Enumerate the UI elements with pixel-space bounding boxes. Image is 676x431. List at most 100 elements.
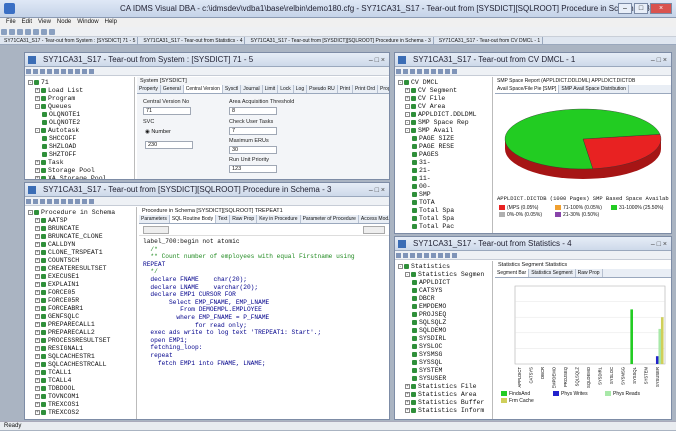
tree-item[interactable]: 31-	[398, 159, 489, 167]
tree-item[interactable]: + TCALL1	[28, 369, 133, 377]
tree-item[interactable]: PAGE RESE	[398, 143, 489, 151]
panel-tab[interactable]: Access Mod...	[359, 215, 389, 223]
print-icon[interactable]	[33, 29, 39, 35]
panel-tab[interactable]: Property	[137, 85, 161, 93]
expand-icon[interactable]: +	[35, 409, 40, 415]
expand-icon[interactable]: +	[35, 289, 40, 295]
tree-item[interactable]: + FORCE05	[28, 289, 133, 297]
expand-icon[interactable]: +	[35, 159, 40, 165]
menu-help[interactable]: Help	[105, 18, 117, 27]
panel-tab[interactable]: SMP Avail Space Distribution	[559, 85, 629, 93]
tree-item[interactable]: - APPLDICT.DDLDML	[398, 111, 489, 119]
expand-icon[interactable]: +	[35, 225, 40, 231]
menu-node[interactable]: Node	[57, 18, 71, 27]
tree-item[interactable]: + TREXCOS2	[28, 409, 133, 417]
tree-item[interactable]: + SQLCACHESTRCALL	[28, 361, 133, 369]
tree-item[interactable]: - Statistics	[398, 263, 489, 271]
tree-item[interactable]: Total Spa	[398, 215, 489, 223]
expand-icon[interactable]: +	[35, 313, 40, 319]
expand-icon[interactable]: +	[35, 385, 40, 391]
tree-item[interactable]: SHZTOFF	[28, 151, 131, 159]
expand-icon[interactable]: +	[35, 175, 40, 179]
expand-icon[interactable]: +	[35, 377, 40, 383]
tree-item[interactable]: OLQNOTE2	[28, 119, 131, 127]
panel-tab[interactable]: Progra...	[378, 85, 389, 93]
open-icon[interactable]	[9, 29, 15, 35]
maximize-icon[interactable]: □	[634, 3, 648, 14]
bar[interactable]	[630, 309, 633, 364]
tree-item[interactable]: + Program	[28, 95, 131, 103]
save-icon[interactable]	[17, 29, 23, 35]
tree-item[interactable]: SMP	[398, 191, 489, 199]
find-icon[interactable]	[41, 29, 47, 35]
tree-item[interactable]: + AATSP	[28, 217, 133, 225]
tree-item[interactable]: PAGES	[398, 151, 489, 159]
panel-tab[interactable]: Print Ord	[353, 85, 378, 93]
expand-icon[interactable]: +	[35, 241, 40, 247]
bar[interactable]	[660, 317, 664, 364]
expand-icon[interactable]: +	[35, 233, 40, 239]
tree-item[interactable]: + Load List	[28, 87, 131, 95]
tree-item[interactable]: + Statistics Area	[398, 391, 489, 399]
panel-tab[interactable]: Limit	[263, 85, 279, 93]
bar[interactable]	[655, 356, 659, 364]
tree-item[interactable]: SYSDIRL	[398, 335, 489, 343]
check-user-field[interactable]: 7	[229, 127, 277, 135]
panel-tab[interactable]: Central Version	[183, 85, 223, 93]
tree-item[interactable]: + TOVNCOM1	[28, 393, 133, 401]
menu-view[interactable]: View	[38, 18, 51, 27]
expand-icon[interactable]: +	[405, 399, 410, 405]
expand-icon[interactable]: -	[35, 103, 40, 109]
tree-item[interactable]: Total Pac	[398, 223, 489, 231]
new-icon[interactable]	[1, 29, 7, 35]
tree-item[interactable]: + SQLCACHESTR1	[28, 353, 133, 361]
expand-icon[interactable]: -	[405, 119, 410, 125]
panel-tab[interactable]: Log	[294, 85, 308, 93]
tree-item[interactable]: TOTA	[398, 199, 489, 207]
expand-icon[interactable]: +	[35, 249, 40, 255]
tree-item[interactable]: SHCCOFF	[28, 135, 131, 143]
tree-item[interactable]: + TCALL4	[28, 377, 133, 385]
expand-icon[interactable]: +	[35, 369, 40, 375]
expand-icon[interactable]: +	[35, 337, 40, 343]
expand-icon[interactable]: +	[405, 87, 410, 93]
run-priority-field[interactable]: 123	[229, 165, 277, 173]
expand-icon[interactable]: +	[35, 305, 40, 311]
expand-icon[interactable]: +	[405, 383, 410, 389]
sql-code-editor[interactable]: label_700:begin not atomic /* ** Count n…	[139, 236, 389, 369]
expand-icon[interactable]: -	[398, 79, 403, 85]
expand-icon[interactable]: +	[35, 321, 40, 327]
expand-icon[interactable]: +	[35, 361, 40, 367]
tree-item[interactable]: CATSYS	[398, 287, 489, 295]
tree-item[interactable]: SYSUSER	[398, 375, 489, 383]
tree-item[interactable]: SYSTEM	[398, 367, 489, 375]
tree-item[interactable]: + Statistics Inform	[398, 407, 489, 415]
tree-item[interactable]: - 71	[28, 79, 131, 87]
tree-item[interactable]: + GENFSQLC	[28, 313, 133, 321]
expand-icon[interactable]: -	[405, 111, 410, 117]
expand-icon[interactable]: +	[35, 281, 40, 287]
window-tab[interactable]: SY71CA31_S17 - Tear-out from CV DMCL - 1	[437, 37, 544, 44]
expand-icon[interactable]: +	[35, 353, 40, 359]
tree-item[interactable]: DBCR	[398, 295, 489, 303]
panel-tab[interactable]: Parameters	[139, 215, 170, 223]
tree-item[interactable]: + BRUNCATE_CLONE	[28, 233, 133, 241]
expand-icon[interactable]: -	[35, 127, 40, 133]
tree-item[interactable]: SYSSQL	[398, 359, 489, 367]
window-tab[interactable]: SY71CA31_S17 - Tear-out from [SYSDICT][S…	[248, 37, 434, 44]
expand-icon[interactable]: +	[405, 407, 410, 413]
window-controls[interactable]: – □ ×	[369, 184, 385, 198]
expand-icon[interactable]: +	[405, 391, 410, 397]
expand-icon[interactable]: -	[405, 127, 410, 133]
help-icon[interactable]	[49, 29, 55, 35]
panel-tab[interactable]: General	[161, 85, 184, 93]
tree-item[interactable]: 21-	[398, 167, 489, 175]
tree-item[interactable]: + RESIGNAL1	[28, 345, 133, 353]
expand-icon[interactable]: -	[405, 271, 410, 277]
tree-item[interactable]: + Statistics File	[398, 383, 489, 391]
tree-item[interactable]: + EXPLAIN1	[28, 281, 133, 289]
number-radio[interactable]: ◉ Number	[145, 129, 171, 135]
tree-item[interactable]: - SMP Space Rep	[398, 119, 489, 127]
max-eru-field[interactable]: 30	[229, 146, 277, 154]
tree-item[interactable]: + PREPARECALL1	[28, 321, 133, 329]
